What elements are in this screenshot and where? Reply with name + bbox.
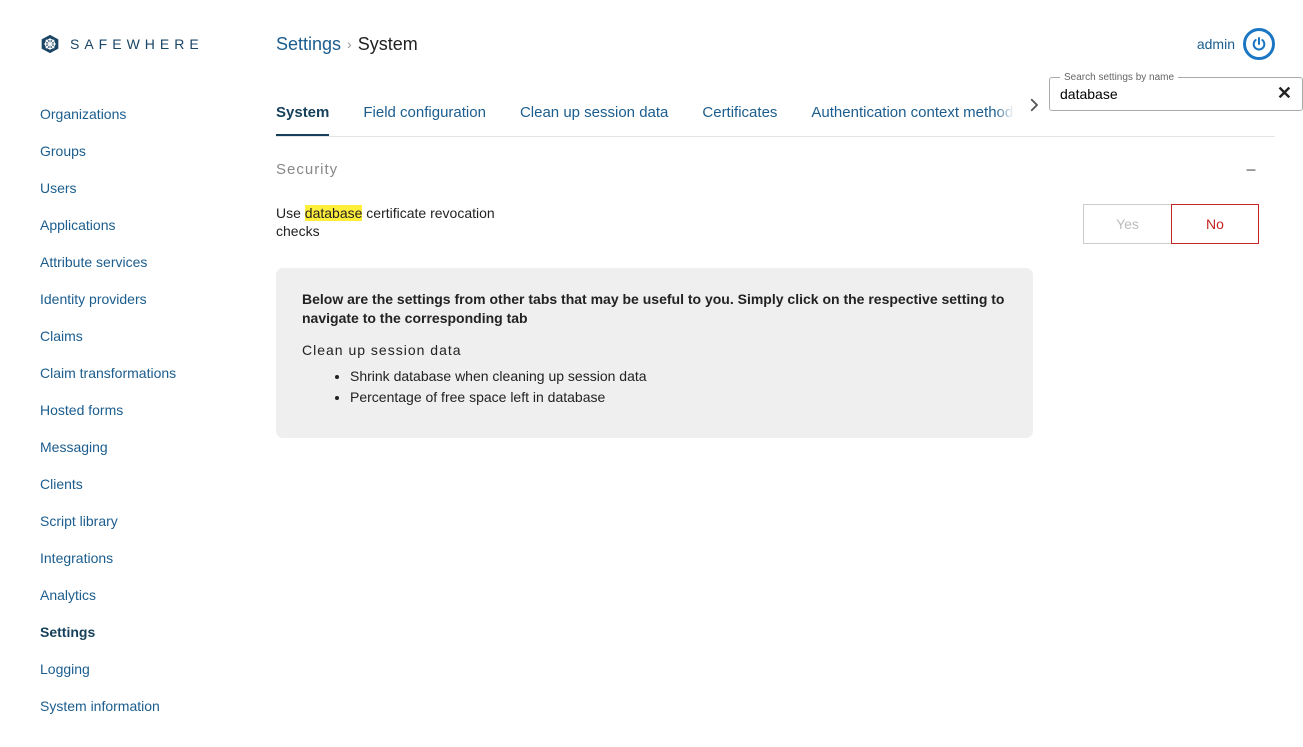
sidebar-item-integrations[interactable]: Integrations <box>40 550 236 566</box>
tab-field-configuration[interactable]: Field configuration <box>363 82 486 136</box>
sidebar-item-settings[interactable]: Settings <box>40 624 236 640</box>
tabs-scroll-right[interactable] <box>995 96 1043 120</box>
section-title: Security <box>276 161 338 178</box>
breadcrumb-root[interactable]: Settings <box>276 34 341 55</box>
toggle-no[interactable]: No <box>1171 204 1259 244</box>
suggestion-item[interactable]: Percentage of free space left in databas… <box>350 389 1007 405</box>
sidebar-item-analytics[interactable]: Analytics <box>40 587 236 603</box>
header: SAFEWHERE Settings › System admin <box>0 0 1303 72</box>
sidebar-item-organizations[interactable]: Organizations <box>40 106 236 122</box>
user-label[interactable]: admin <box>1197 36 1235 52</box>
sidebar-item-script-library[interactable]: Script library <box>40 513 236 529</box>
chevron-right-icon: › <box>347 36 352 52</box>
brand-icon <box>40 34 60 54</box>
tab-clean-up-session-data[interactable]: Clean up session data <box>520 82 668 136</box>
sidebar-item-messaging[interactable]: Messaging <box>40 439 236 455</box>
suggestion-group-title[interactable]: Clean up session data <box>302 342 1007 358</box>
suggestion-item[interactable]: Shrink database when cleaning up session… <box>350 368 1007 384</box>
tab-certificates[interactable]: Certificates <box>702 82 777 136</box>
logo[interactable]: SAFEWHERE <box>40 34 276 54</box>
sidebar-item-attribute-services[interactable]: Attribute services <box>40 254 236 270</box>
collapse-icon[interactable]: – <box>1246 159 1257 180</box>
section-header-security[interactable]: Security – <box>276 137 1275 196</box>
tab-system[interactable]: System <box>276 82 329 136</box>
sidebar-item-claims[interactable]: Claims <box>40 328 236 344</box>
tabs: System Field configuration Clean up sessio… <box>276 82 1275 136</box>
power-icon <box>1251 36 1267 52</box>
sidebar-item-clients[interactable]: Clients <box>40 476 236 492</box>
tab-authentication-context-method[interactable]: Authentication context method <box>811 82 1013 136</box>
clear-icon[interactable]: ✕ <box>1277 83 1292 104</box>
brand-name: SAFEWHERE <box>70 36 204 52</box>
suggestions-panel: Below are the settings from other tabs t… <box>276 268 1033 438</box>
setting-row-cert-revocation: Use database certificate revocation chec… <box>276 196 1275 268</box>
suggestions-intro: Below are the settings from other tabs t… <box>302 290 1007 328</box>
sidebar-item-claim-transformations[interactable]: Claim transformations <box>40 365 236 381</box>
main-content: Search settings by name ✕ SystemField co… <box>236 72 1303 735</box>
sidebar-item-system-information[interactable]: System information <box>40 698 236 714</box>
setting-label: Use database certificate revocation chec… <box>276 204 506 240</box>
sidebar-item-applications[interactable]: Applications <box>40 217 236 233</box>
sidebar-item-groups[interactable]: Groups <box>40 143 236 159</box>
sidebar-item-logging[interactable]: Logging <box>40 661 236 677</box>
sidebar-item-hosted-forms[interactable]: Hosted forms <box>40 402 236 418</box>
breadcrumb: Settings › System <box>276 34 418 55</box>
sidebar-item-users[interactable]: Users <box>40 180 236 196</box>
chevron-right-icon <box>1025 96 1043 114</box>
toggle-yes[interactable]: Yes <box>1083 204 1171 244</box>
tabs-row: System Field configuration Clean up sessio… <box>276 82 1275 137</box>
breadcrumb-leaf: System <box>358 34 418 55</box>
power-button[interactable] <box>1243 28 1275 60</box>
yes-no-toggle: Yes No <box>1083 204 1259 244</box>
sidebar: Organizations Groups Users Applications Attr… <box>0 72 236 735</box>
sidebar-item-identity-providers[interactable]: Identity providers <box>40 291 236 307</box>
search-highlight: database <box>305 205 363 221</box>
